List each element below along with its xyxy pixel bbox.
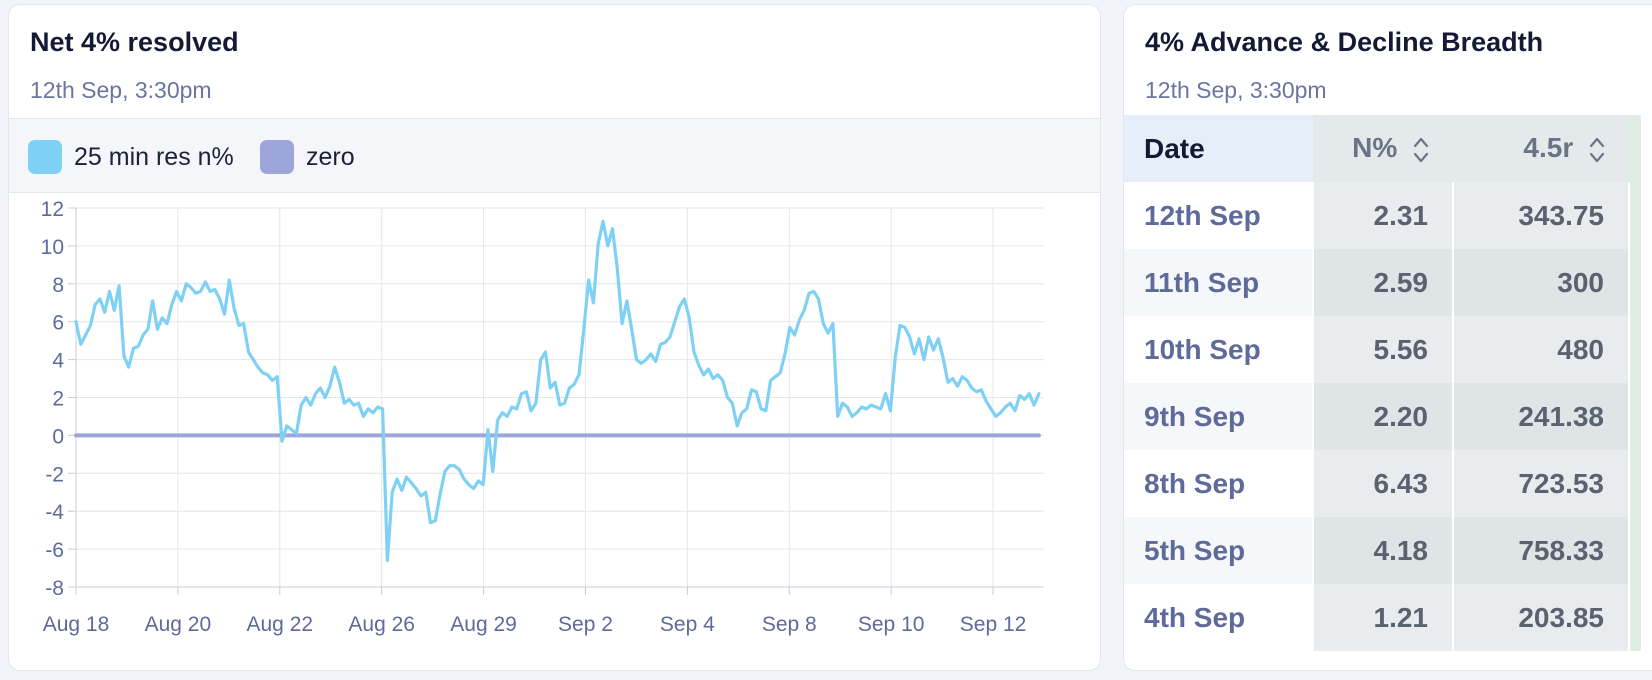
series-line-res [74, 219, 1041, 563]
cell-r45: 758.33 [1452, 517, 1629, 584]
legend-item-zero[interactable]: zero [260, 140, 355, 174]
cell-n-pct: 2.31 [1312, 182, 1453, 249]
cell-overflow [1628, 182, 1641, 249]
chart-series [74, 219, 1041, 563]
sort-icon[interactable] [1413, 135, 1429, 165]
column-header-r45[interactable]: 4.5r [1453, 115, 1629, 182]
y-tick-label: -8 [45, 577, 64, 600]
cell-date: 10th Sep [1124, 316, 1313, 383]
cell-overflow [1628, 316, 1641, 383]
cell-r45: 300 [1452, 249, 1629, 316]
table-row[interactable]: 8th Sep 6.43 723.53 [1124, 450, 1641, 517]
legend-label-zero: zero [306, 142, 355, 171]
cell-date: 9th Sep [1124, 383, 1313, 450]
table-row[interactable]: 5th Sep 4.18 758.33 [1124, 517, 1641, 584]
y-tick-label: 6 [52, 312, 64, 335]
x-tick-label: Aug 29 [450, 613, 517, 636]
column-label-r45: 4.5r [1523, 132, 1574, 164]
x-tick-label: Aug 20 [145, 613, 212, 636]
x-tick-label: Sep 12 [960, 613, 1027, 636]
card-subtitle: 12th Sep, 3:30pm [1145, 77, 1327, 103]
cell-r45: 480 [1452, 316, 1629, 383]
y-tick-label: 10 [41, 236, 64, 259]
x-tick-label: Sep 8 [762, 613, 817, 636]
table-row[interactable]: 10th Sep 5.56 480 [1124, 316, 1641, 383]
table-row[interactable]: 9th Sep 2.20 241.38 [1124, 383, 1641, 450]
cell-n-pct: 6.43 [1312, 450, 1453, 517]
cell-date: 5th Sep [1124, 517, 1313, 584]
y-tick-label: 12 [41, 198, 64, 221]
x-tick-label: Sep 2 [558, 613, 613, 636]
y-axis: 12 10 8 6 4 2 0 -2 -4 -6 -8 [41, 198, 65, 600]
x-tick-label: Aug 18 [43, 613, 110, 636]
cell-r45: 241.38 [1452, 383, 1629, 450]
column-header-date[interactable]: Date [1124, 115, 1313, 182]
net-resolved-card: Net 4% resolved 12th Sep, 3:30pm 25 min … [8, 4, 1101, 671]
y-tick-label: 4 [52, 350, 64, 373]
cell-overflow [1628, 450, 1641, 517]
y-tick-label: 8 [52, 274, 64, 297]
line-chart[interactable]: 121086420-2-4-6-8 Aug 18 Aug 20 Aug 22 Aug … [9, 193, 1101, 671]
legend-swatch-zero [260, 140, 294, 174]
x-axis: Aug 18 Aug 20 Aug 22 Aug 26 Aug 29 Sep 2 Sep 4… [43, 613, 1027, 636]
cell-r45: 343.75 [1452, 182, 1629, 249]
legend-label-res: 25 min res n% [74, 142, 234, 171]
legend-swatch-res [28, 140, 62, 174]
y-tick-label: -4 [45, 501, 64, 524]
cell-date: 11th Sep [1124, 249, 1313, 316]
cell-date: 8th Sep [1124, 450, 1313, 517]
breadth-card: 4% Advance & Decline Breadth 12th Sep, 3… [1123, 4, 1652, 671]
cell-overflow [1628, 584, 1641, 651]
legend-item-res[interactable]: 25 min res n% [28, 140, 234, 174]
cell-overflow [1628, 517, 1641, 584]
chart-legend: 25 min res n% zero [9, 118, 1100, 193]
column-header-n-pct[interactable]: N% [1313, 115, 1453, 182]
y-tick-label: -6 [45, 539, 64, 562]
chart-grid [68, 207, 1044, 595]
card-title: Net 4% resolved [30, 27, 239, 57]
y-tick-label: 2 [52, 388, 64, 411]
cell-r45: 723.53 [1452, 450, 1629, 517]
table-row[interactable]: 11th Sep 2.59 300 [1124, 249, 1641, 316]
table-row[interactable]: 12th Sep 2.31 343.75 [1124, 182, 1641, 249]
x-tick-label: Sep 10 [858, 613, 925, 636]
cell-n-pct: 5.56 [1312, 316, 1453, 383]
x-tick-label: Aug 22 [247, 613, 314, 636]
cell-n-pct: 4.18 [1312, 517, 1453, 584]
cell-n-pct: 1.21 [1312, 584, 1453, 651]
cell-n-pct: 2.59 [1312, 249, 1453, 316]
x-tick-label: Sep 4 [660, 613, 715, 636]
card-title: 4% Advance & Decline Breadth [1145, 27, 1544, 57]
cell-overflow [1628, 383, 1641, 450]
y-tick-label: 0 [52, 425, 64, 448]
column-label-date: Date [1144, 132, 1205, 164]
sort-icon[interactable] [1589, 135, 1605, 165]
y-tick-label: -2 [45, 463, 64, 486]
cell-date: 12th Sep [1124, 182, 1313, 249]
cell-overflow [1628, 249, 1641, 316]
cell-n-pct: 2.20 [1312, 383, 1453, 450]
x-tick-label: Aug 26 [348, 613, 415, 636]
column-label-n-pct: N% [1352, 132, 1398, 164]
breadth-table: Date N% 4.5r 12th Sep 2.31 343.75 11th S… [1124, 115, 1641, 651]
card-subtitle: 12th Sep, 3:30pm [30, 77, 212, 103]
table-header-row: Date N% 4.5r [1124, 115, 1641, 182]
table-row[interactable]: 4th Sep 1.21 203.85 [1124, 584, 1641, 651]
cell-date: 4th Sep [1124, 584, 1313, 651]
column-header-overflow [1629, 115, 1641, 182]
cell-r45: 203.85 [1452, 584, 1629, 651]
